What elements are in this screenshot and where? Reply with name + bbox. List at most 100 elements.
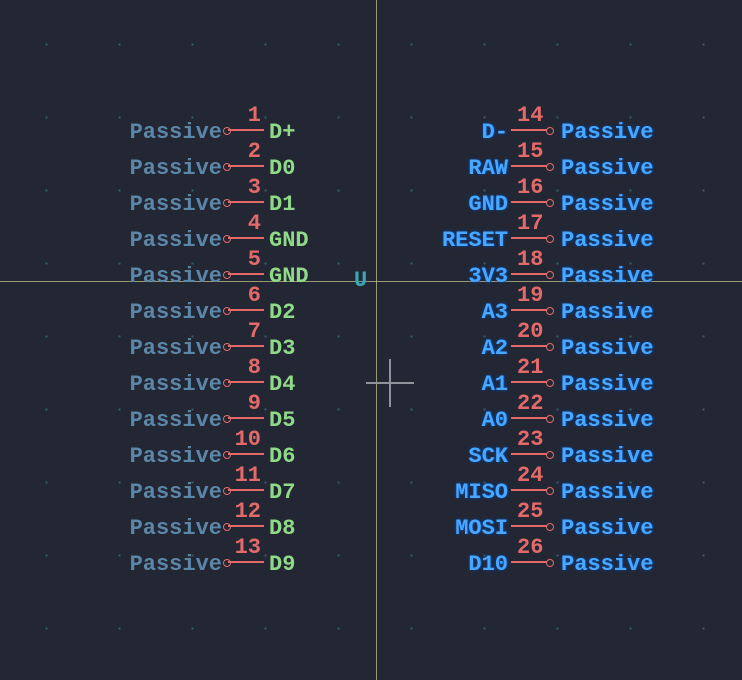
pin-type-label: Passive — [561, 518, 653, 540]
pin-name[interactable]: MISO — [455, 482, 508, 504]
pin-number[interactable]: 9 — [248, 393, 261, 415]
pin-row: Passive6D2A319Passive — [0, 296, 742, 332]
pin-wire[interactable] — [228, 273, 264, 275]
pin-number[interactable]: 3 — [248, 177, 261, 199]
pin-name[interactable]: A2 — [482, 338, 508, 360]
pin-wire[interactable] — [228, 453, 264, 455]
pin-wire[interactable] — [511, 381, 547, 383]
pin-wire[interactable] — [228, 237, 264, 239]
pin-endpoint-icon[interactable] — [546, 235, 554, 243]
pin-endpoint-icon[interactable] — [546, 523, 554, 531]
pin-type-label: Passive — [130, 374, 222, 396]
pin-name[interactable]: D7 — [269, 482, 295, 504]
pin-wire[interactable] — [228, 561, 264, 563]
pin-type-label: Passive — [130, 338, 222, 360]
pin-number[interactable]: 21 — [517, 357, 543, 379]
pin-type-label: Passive — [561, 302, 653, 324]
pin-name[interactable]: D9 — [269, 554, 295, 576]
pin-endpoint-icon[interactable] — [546, 415, 554, 423]
pin-number[interactable]: 25 — [517, 501, 543, 523]
pin-number[interactable]: 19 — [517, 285, 543, 307]
pin-endpoint-icon[interactable] — [546, 379, 554, 387]
pin-number[interactable]: 10 — [235, 429, 261, 451]
pin-name[interactable]: MOSI — [455, 518, 508, 540]
pin-wire[interactable] — [511, 201, 547, 203]
pin-name[interactable]: GND — [269, 266, 309, 288]
pin-endpoint-icon[interactable] — [546, 343, 554, 351]
pin-wire[interactable] — [228, 309, 264, 311]
pin-name[interactable]: D2 — [269, 302, 295, 324]
pin-wire[interactable] — [228, 129, 264, 131]
pin-number[interactable]: 20 — [517, 321, 543, 343]
pin-wire[interactable] — [228, 489, 264, 491]
pin-number[interactable]: 23 — [517, 429, 543, 451]
pin-number[interactable]: 22 — [517, 393, 543, 415]
pin-wire[interactable] — [228, 165, 264, 167]
pin-endpoint-icon[interactable] — [546, 163, 554, 171]
pin-number[interactable]: 7 — [248, 321, 261, 343]
pin-name[interactable]: A3 — [482, 302, 508, 324]
pin-name[interactable]: SCK — [468, 446, 508, 468]
pin-number[interactable]: 4 — [248, 213, 261, 235]
pin-wire[interactable] — [511, 165, 547, 167]
pin-number[interactable]: 1 — [248, 105, 261, 127]
pin-number[interactable]: 2 — [248, 141, 261, 163]
pin-endpoint-icon[interactable] — [546, 199, 554, 207]
pin-number[interactable]: 13 — [235, 537, 261, 559]
pin-number[interactable]: 16 — [517, 177, 543, 199]
pin-name[interactable]: RESET — [442, 230, 508, 252]
pin-row: Passive10D6SCK23Passive — [0, 440, 742, 476]
pin-wire[interactable] — [511, 345, 547, 347]
pin-wire[interactable] — [228, 345, 264, 347]
pin-number[interactable]: 14 — [517, 105, 543, 127]
pin-number[interactable]: 12 — [235, 501, 261, 523]
pin-name[interactable]: D10 — [468, 554, 508, 576]
pin-name[interactable]: D8 — [269, 518, 295, 540]
pin-name[interactable]: 3V3 — [468, 266, 508, 288]
pin-number[interactable]: 5 — [248, 249, 261, 271]
pin-wire[interactable] — [511, 525, 547, 527]
pin-wire[interactable] — [228, 201, 264, 203]
pin-endpoint-icon[interactable] — [546, 307, 554, 315]
pin-number[interactable]: 17 — [517, 213, 543, 235]
pin-endpoint-icon[interactable] — [546, 559, 554, 567]
pin-name[interactable]: D5 — [269, 410, 295, 432]
pin-number[interactable]: 24 — [517, 465, 543, 487]
pin-wire[interactable] — [511, 489, 547, 491]
pin-number[interactable]: 18 — [517, 249, 543, 271]
pin-wire[interactable] — [228, 525, 264, 527]
pin-name[interactable]: D+ — [269, 122, 295, 144]
pin-type-label: Passive — [130, 410, 222, 432]
pin-name[interactable]: RAW — [468, 158, 508, 180]
pin-wire[interactable] — [511, 417, 547, 419]
pin-wire[interactable] — [511, 561, 547, 563]
pin-wire[interactable] — [511, 237, 547, 239]
pin-wire[interactable] — [511, 453, 547, 455]
pin-name[interactable]: D- — [482, 122, 508, 144]
pin-name[interactable]: D0 — [269, 158, 295, 180]
pin-row: Passive4GNDRESET17Passive — [0, 224, 742, 260]
pin-endpoint-icon[interactable] — [546, 451, 554, 459]
pin-name[interactable]: D3 — [269, 338, 295, 360]
pin-name[interactable]: D1 — [269, 194, 295, 216]
pin-name[interactable]: A1 — [482, 374, 508, 396]
pin-endpoint-icon[interactable] — [546, 127, 554, 135]
pin-wire[interactable] — [511, 273, 547, 275]
pin-endpoint-icon[interactable] — [546, 271, 554, 279]
pin-number[interactable]: 15 — [517, 141, 543, 163]
pin-name[interactable]: D6 — [269, 446, 295, 468]
pin-name[interactable]: GND — [269, 230, 309, 252]
pin-endpoint-icon[interactable] — [546, 487, 554, 495]
pin-number[interactable]: 26 — [517, 537, 543, 559]
pin-name[interactable]: GND — [468, 194, 508, 216]
pin-wire[interactable] — [228, 381, 264, 383]
pin-wire[interactable] — [511, 129, 547, 131]
pin-wire[interactable] — [511, 309, 547, 311]
pin-number[interactable]: 8 — [248, 357, 261, 379]
pin-name[interactable]: A0 — [482, 410, 508, 432]
pin-wire[interactable] — [228, 417, 264, 419]
pin-name[interactable]: D4 — [269, 374, 295, 396]
pin-number[interactable]: 6 — [248, 285, 261, 307]
pin-number[interactable]: 11 — [235, 465, 261, 487]
pin-row: Passive1D+D-14Passive — [0, 116, 742, 152]
